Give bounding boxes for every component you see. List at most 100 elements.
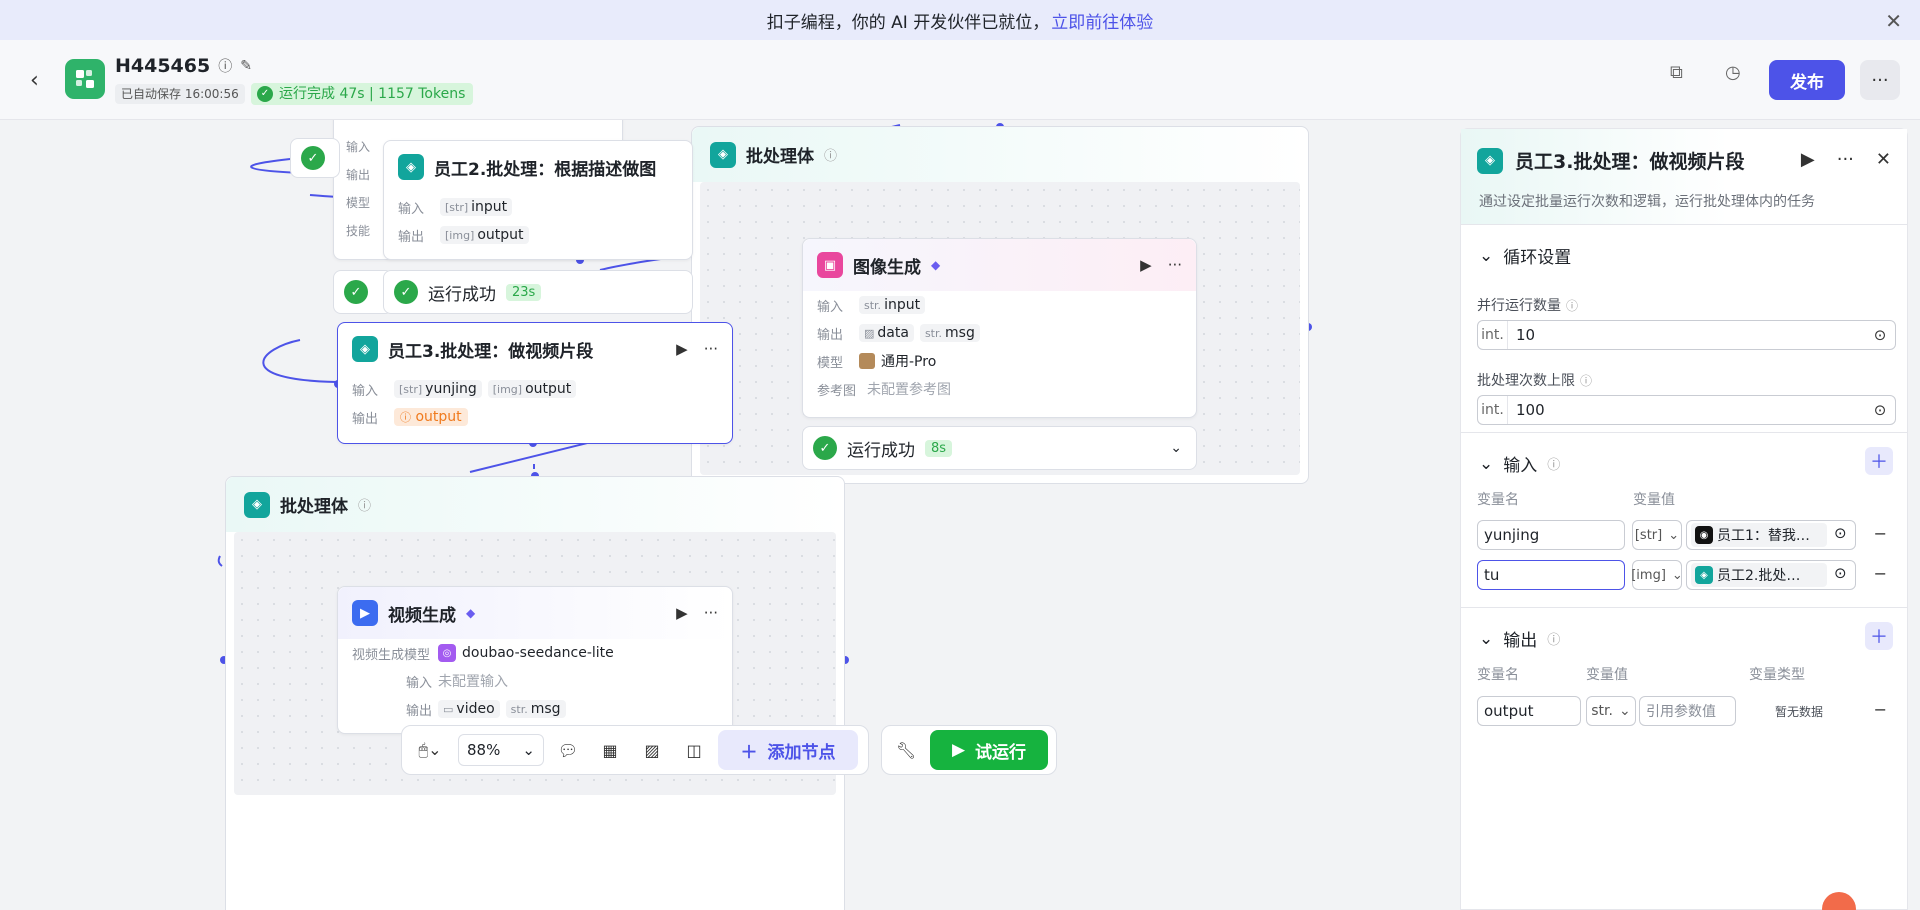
publish-button[interactable]: 发布 [1769,60,1845,100]
bot-icon: ◉ [1695,526,1713,544]
info-icon[interactable]: ⓘ [824,145,837,164]
workflow-canvas[interactable]: 输入 输出 模型 技能 ✓ ✓ ◈ 批处理体 ⓘ ◈ 员工2.批处理：根据描述做… [0,120,1460,910]
input-var-ref[interactable]: ◈ 员工2.批处… [1686,560,1856,590]
add-output-button[interactable]: ＋ [1865,622,1893,650]
employee2-batch-node[interactable]: ◈ 员工2.批处理：根据描述做图 输入 [str] input 输出 [img] o… [383,140,693,260]
layers-icon: ◈ [1477,147,1503,174]
image-icon[interactable]: ▨ [634,732,670,768]
chevron-down-icon: ⌄ [1479,245,1494,266]
node-output-row: 输出 ▨ data str. msg [803,319,1196,347]
variable-ref-icon[interactable]: ⊙ [1834,564,1847,582]
info-icon: ⓘ [1547,458,1561,473]
node-input-row: 输入 str. input [803,291,1196,319]
section-toggle[interactable]: ⌄ 输出 ⓘ [1479,626,1561,652]
partial-status[interactable]: ✓ [290,138,340,178]
image-generation-node[interactable]: ▣ 图像生成 ◆ ▶ ··· 输入 str. input 输出 ▨ data str.… [802,238,1197,418]
add-node-button[interactable]: ＋添加节点 [718,730,858,770]
node-ref-row: 参考图 未配置参考图 [817,382,951,399]
remove-input-button[interactable]: − [1874,564,1887,583]
workflow-header: ‹ H445465 ⓘ ✎ 已自动保存 16:00:56 ✓ 运行完成 47s … [0,40,1920,120]
banner-link[interactable]: 立即前往体验 [1051,8,1153,33]
check-icon: ✓ [344,280,368,304]
info-icon: ⓘ [1547,633,1561,648]
history-icon[interactable]: ◷ [1725,62,1741,83]
max-batch-input[interactable]: int. 100 ⊙ [1477,395,1896,425]
try-run-button[interactable]: ▶ 试运行 [930,730,1048,770]
play-icon[interactable]: ▶ [676,340,688,358]
layers-icon: ◈ [398,154,424,180]
play-icon[interactable]: ▶ [1801,149,1815,170]
play-icon[interactable]: ▶ [676,604,688,622]
model-icon: ◎ [438,644,456,662]
back-icon[interactable]: ‹ [30,68,39,93]
check-icon: ✓ [813,436,837,460]
zoom-select[interactable]: 88% ⌄ [458,734,544,766]
workflow-logo-icon [76,70,94,88]
remove-input-button[interactable]: − [1874,524,1887,543]
panel-header: ◈ 员工3.批处理：做视频片段 ▶ ··· ✕ 通过设定批量运行次数和逻辑，运行… [1461,129,1907,224]
more-icon[interactable]: ··· [1837,149,1854,170]
close-icon[interactable]: ✕ [1885,9,1902,33]
video-generation-node[interactable]: ▶ 视频生成 ◆ ▶ ··· 视频生成模型 ◎ doubao-seedance-l… [337,586,733,734]
info-icon: ⓘ [1580,373,1593,388]
page-title: H445465 ⓘ ✎ [115,55,252,77]
group-title: 批处理体 [280,497,348,517]
model-avatar [859,353,875,369]
node-title: 图像生成 [853,257,921,278]
layers-icon: ◈ [244,491,270,518]
chevron-down-icon: ⌄ [1479,453,1494,474]
diamond-icon: ◆ [931,258,941,272]
node-output-row: 输出 [img] output [384,221,692,249]
node-title: 员工3.批处理：做视频片段 [388,341,594,362]
variable-ref-icon[interactable]: ⊙ [1834,524,1847,542]
info-icon[interactable]: ⓘ [218,56,232,76]
parallel-count-input[interactable]: int. 10 ⊙ [1477,320,1896,350]
info-icon[interactable]: ⓘ [358,495,371,514]
input-var-name[interactable]: yunjing [1477,520,1625,550]
close-icon[interactable]: ✕ [1876,149,1891,170]
remove-output-button[interactable]: − [1874,700,1887,719]
minimap-icon[interactable]: ◫ [676,732,712,768]
employee3-batch-node[interactable]: ◈ 员工3.批处理：做视频片段 ▶ ··· 输入 [str] yunjing [im… [337,322,733,444]
autosave-badge: 已自动保存 16:00:56 [115,84,245,104]
input-var-name[interactable]: tu [1477,560,1625,590]
panel-title: 员工3.批处理：做视频片段 [1515,151,1745,173]
output-var-name[interactable]: output [1477,696,1581,726]
more-icon[interactable]: ··· [704,604,718,622]
layers-icon: ◈ [1695,566,1713,584]
node-model-row: 视频生成模型 ◎ doubao-seedance-lite [352,644,614,663]
wrench-icon[interactable]: 🔧︎ [888,732,924,768]
node-header: ◈ 员工2.批处理：根据描述做图 [384,141,692,193]
chevron-down-icon[interactable]: ⌄ [1170,440,1182,456]
play-icon[interactable]: ▶ [1140,256,1152,274]
section-toggle[interactable]: ⌄ 循环设置 [1479,243,1571,269]
node-input-row: 输入 [str] yunjing [img] output [338,375,732,403]
edit-icon[interactable]: ✎ [240,58,252,74]
employee2-run-status[interactable]: ✓ 运行成功 23s [383,270,693,314]
input-var-ref[interactable]: ◉ 员工1：替我… [1686,520,1856,550]
loop-settings-section: ⌄ 循环设置 并行运行数量 ⓘ int. 10 ⊙ 批处理次数上限 ⓘ int. 10… [1461,224,1907,432]
input-var-type-select[interactable]: [img] ⌄ [1631,560,1683,590]
run-status-text: 运行完成 47s | 1157 Tokens [279,86,466,102]
more-icon[interactable]: ··· [1168,256,1182,274]
comment-icon[interactable]: 💬︎ [550,732,586,768]
output-type-select[interactable]: str. ⌄ [1586,696,1636,726]
add-input-button[interactable]: ＋ [1865,447,1893,475]
more-icon[interactable]: ··· [704,340,718,358]
variable-ref-icon: ⊙ [1873,401,1887,419]
image-run-status[interactable]: ✓ 运行成功 8s ⌄ [802,426,1197,470]
run-status-badge[interactable]: ✓ 运行完成 47s | 1157 Tokens [251,83,474,105]
input-var-type-select[interactable]: [str] ⌄ [1632,520,1682,550]
node-header: ▶ 视频生成 ◆ ▶ ··· [338,587,732,639]
layout-icon[interactable]: ▦ [592,732,628,768]
section-toggle[interactable]: ⌄ 输入 ⓘ [1479,451,1561,477]
copy-icon[interactable]: ⧉ [1670,62,1683,83]
workflow-name: H445465 [115,55,211,77]
mouse-mode-icon[interactable]: 🖱︎⌄ [408,732,452,768]
output-var-type: 暂无数据 [1775,705,1824,719]
output-ref-input[interactable]: 引用参数值 [1639,696,1736,726]
play-icon: ▶ [951,740,966,760]
more-icon[interactable]: ··· [1860,60,1900,100]
layers-icon: ◈ [352,336,378,362]
chevron-down-icon: ⌄ [1618,703,1631,719]
